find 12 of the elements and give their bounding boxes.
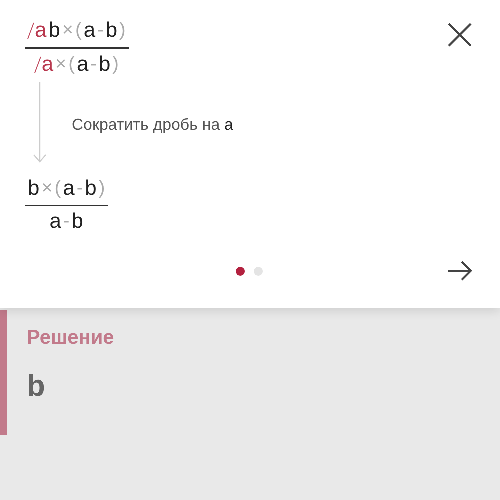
pager-dot[interactable] bbox=[236, 266, 245, 276]
pager-dot[interactable] bbox=[254, 266, 263, 276]
fraction: b×(a-b) a-b bbox=[25, 176, 108, 235]
step-caption: Сократить дробь на a bbox=[72, 116, 234, 134]
next-arrow-icon[interactable] bbox=[447, 260, 473, 282]
solution-answer: b bbox=[27, 370, 46, 404]
strike-mark bbox=[34, 56, 42, 74]
solution-title: Решение bbox=[27, 327, 116, 350]
strike-mark bbox=[27, 22, 35, 40]
close-icon[interactable] bbox=[447, 22, 473, 48]
fraction: ab×(a-b) a×(a-b) bbox=[25, 18, 129, 78]
down-arrow-icon bbox=[33, 82, 47, 164]
